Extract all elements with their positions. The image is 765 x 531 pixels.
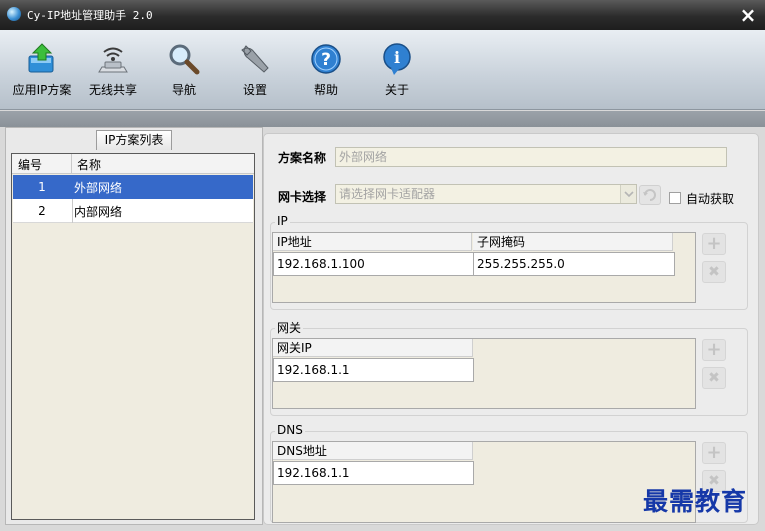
help-icon: ? xyxy=(311,44,341,74)
column-header-number[interactable]: 编号 xyxy=(18,156,42,173)
dns-column-header: DNS地址 xyxy=(273,442,473,460)
app-logo-icon xyxy=(7,7,21,21)
column-divider xyxy=(71,154,72,174)
toolbar-help-label: 帮助 xyxy=(313,83,338,97)
ip-column-header: IP地址 xyxy=(273,233,472,251)
gateway-ip-cell[interactable]: 192.168.1.1 xyxy=(273,358,474,382)
toolbar-about-button[interactable]: i 关于 xyxy=(362,34,432,106)
dns-address-cell[interactable]: 192.168.1.1 xyxy=(273,461,474,485)
info-icon: i xyxy=(383,43,411,75)
scheme-row-name: 外部网络 xyxy=(74,181,123,195)
auto-obtain-checkbox[interactable] xyxy=(669,192,681,204)
nic-select-label: 网卡选择 xyxy=(278,190,327,204)
ip-grid[interactable]: IP地址 子网掩码 192.168.1.100 255.255.255.0 xyxy=(272,232,696,303)
column-header-name[interactable]: 名称 xyxy=(77,156,101,173)
column-divider xyxy=(72,199,73,223)
add-gateway-button[interactable]: + xyxy=(702,339,726,361)
toolbar-navigation-label: 导航 xyxy=(171,83,196,97)
toolbar-about-label: 关于 xyxy=(384,83,409,97)
scheme-row-number: 1 xyxy=(38,180,46,194)
gateway-grid[interactable]: 网关IP 192.168.1.1 xyxy=(272,338,696,409)
dns-grid[interactable]: DNS地址 192.168.1.1 xyxy=(272,441,696,523)
ip-group-title: IP xyxy=(275,214,290,228)
scheme-row-name: 内部网络 xyxy=(74,205,123,219)
nic-select-placeholder: 请选择网卡适配器 xyxy=(339,187,436,201)
watermark-text: 最需教育 xyxy=(643,487,748,516)
scheme-name-field[interactable]: 外部网络 xyxy=(335,147,727,167)
magnifier-icon xyxy=(169,44,200,75)
toolbar-wireless-share-button[interactable]: 无线共享 xyxy=(78,34,148,106)
chevron-down-icon xyxy=(624,191,634,198)
toolbar-help-button[interactable]: ? 帮助 xyxy=(291,34,361,106)
dropdown-arrow[interactable] xyxy=(620,185,636,203)
window-title: Cy-IP地址管理助手 2.0 xyxy=(27,9,153,22)
wrench-icon xyxy=(241,45,269,73)
remove-ip-button[interactable]: ✖ xyxy=(702,261,726,283)
toolbar-wireless-share-label: 无线共享 xyxy=(88,83,137,97)
subnet-mask-cell[interactable]: 255.255.255.0 xyxy=(473,252,675,276)
close-button[interactable]: × xyxy=(736,4,760,26)
apply-scheme-icon xyxy=(28,43,54,73)
scheme-list-header: 编号 名称 xyxy=(12,154,254,174)
toolbar-divider-band xyxy=(0,111,765,127)
remove-gateway-button[interactable]: ✖ xyxy=(702,367,726,389)
svg-text:?: ? xyxy=(321,50,331,70)
ip-address-cell[interactable]: 192.168.1.100 xyxy=(273,252,474,276)
toolbar-settings-label: 设置 xyxy=(242,83,267,97)
toolbar: 应用IP方案 无线共享 导航 设置 ? 帮助 i 关于 xyxy=(0,30,765,110)
gateway-column-header: 网关IP xyxy=(273,339,473,357)
add-ip-button[interactable]: + xyxy=(702,233,726,255)
scheme-list[interactable]: 编号 名称 1 外部网络 2 内部网络 xyxy=(11,153,255,520)
refresh-nic-button[interactable] xyxy=(639,185,661,205)
scheme-row-number: 2 xyxy=(38,204,46,218)
scheme-row[interactable]: 2 内部网络 xyxy=(13,199,253,223)
gateway-group-title: 网关 xyxy=(275,319,304,336)
mask-column-header: 子网掩码 xyxy=(473,233,673,251)
toolbar-apply-scheme-button[interactable]: 应用IP方案 xyxy=(7,34,77,106)
dns-group-title: DNS xyxy=(275,423,305,437)
scheme-name-label: 方案名称 xyxy=(278,151,327,165)
toolbar-settings-button[interactable]: 设置 xyxy=(220,34,290,106)
nic-select-dropdown[interactable]: 请选择网卡适配器 xyxy=(335,184,637,204)
add-dns-button[interactable]: + xyxy=(702,442,726,464)
toolbar-navigation-button[interactable]: 导航 xyxy=(149,34,219,106)
refresh-icon xyxy=(643,189,656,201)
scheme-list-caption: IP方案列表 xyxy=(96,130,172,150)
svg-text:i: i xyxy=(394,48,400,67)
wireless-share-icon xyxy=(98,47,128,73)
scheme-row[interactable]: 1 外部网络 xyxy=(13,175,253,199)
toolbar-apply-scheme-label: 应用IP方案 xyxy=(12,83,72,97)
auto-obtain-label: 自动获取 xyxy=(686,192,735,206)
